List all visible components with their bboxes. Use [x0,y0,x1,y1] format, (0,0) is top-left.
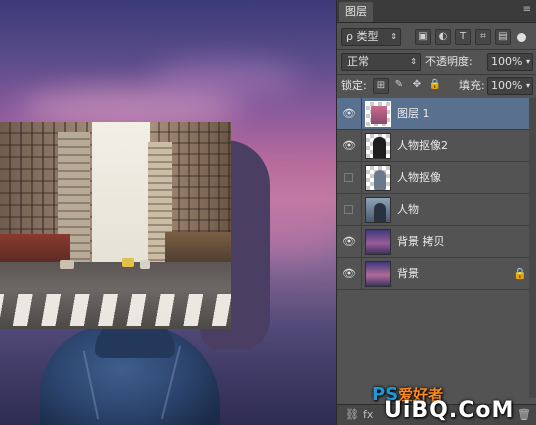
filter-shape-icon[interactable]: ⌗ [475,29,491,45]
layer-row-person[interactable]: 人物 [337,194,536,226]
layer-name: 人物抠像 [397,171,441,184]
lock-icon: 🔒 [513,267,527,280]
layers-panel: 图层 ≡ ρ 类型 ⇕ ▣ ◐ T ⌗ ▤ 正常 ⇕ 不透明度: 100% ▾ … [336,0,536,425]
car [140,260,150,269]
thumbnail-content [374,203,386,222]
eye-icon[interactable]: 👁 [341,267,357,281]
layer-row-person-cutout[interactable]: 人物抠像 [337,162,536,194]
thumbnail-content [374,170,386,190]
filter-toggle-icon[interactable] [517,33,526,42]
storefront-right [165,232,231,266]
link-layers-icon[interactable]: ⛓ [345,408,359,422]
filter-type-icon[interactable]: T [455,29,471,45]
visibility-toggle[interactable] [344,173,353,182]
dropdown-arrow-icon: ▾ [525,81,530,90]
delete-layer-icon[interactable]: 🗑 [517,408,531,422]
document-canvas[interactable] [0,0,336,425]
divider [361,258,362,290]
watermark-url: UiBQ.CoM [384,398,515,423]
layer-row-background[interactable]: 👁 背景 🔒 [337,258,536,290]
panel-menu-icon[interactable]: ≡ [523,5,531,15]
lock-transparent-pixels-icon[interactable]: ⊞ [373,78,389,94]
lock-row: 锁定: ⊞ ✎ ✥ 🔒 填充: 100% ▾ [337,74,536,98]
visibility-toggle[interactable] [344,205,353,214]
filter-type-label: ρ 类型 [346,30,379,43]
thumbnail-content [371,106,387,124]
updown-arrow-icon: ⇕ [410,57,417,66]
lock-all-icon[interactable]: 🔒 [427,78,443,94]
storefront-left [0,234,70,264]
layer-name: 背景 拷贝 [397,235,445,248]
layer-row-layer1[interactable]: 👁 图层 1 [337,98,536,130]
filter-smart-object-icon[interactable]: ▤ [495,29,511,45]
cloud [150,60,300,96]
eye-icon[interactable]: 👁 [341,235,357,249]
opacity-value: 100% [491,55,523,68]
layer-thumbnail [365,133,391,159]
city-street-photo[interactable] [0,122,231,329]
layer-thumbnail [365,229,391,255]
lock-image-pixels-icon[interactable]: ✎ [391,78,407,94]
crosswalk [0,294,231,326]
layer-style-icon[interactable]: fx [363,408,373,422]
divider [361,98,362,130]
dropdown-arrow-icon: ▾ [525,57,530,66]
fill-label: 填充: [459,79,485,92]
eye-icon[interactable]: 👁 [341,107,357,121]
blend-row: 正常 ⇕ 不透明度: 100% ▾ [337,50,536,74]
opacity-field[interactable]: 100% ▾ [487,53,533,71]
updown-arrow-icon: ⇕ [390,32,397,41]
fill-value: 100% [491,79,523,92]
thumbnail-content [373,137,386,158]
car [60,260,74,269]
layer-row-person-cutout-2[interactable]: 👁 人物抠像2 [337,130,536,162]
filter-adjustment-icon[interactable]: ◐ [435,29,451,45]
layer-thumbnail [365,165,391,191]
scrollbar[interactable] [529,98,536,398]
fill-field[interactable]: 100% ▾ [487,77,533,95]
taxi [122,258,134,267]
layer-name: 人物 [397,203,419,216]
tab-layers[interactable]: 图层 [339,2,373,22]
filter-type-select[interactable]: ρ 类型 ⇕ [341,28,401,46]
eye-icon[interactable]: 👁 [341,139,357,153]
blend-mode-value: 正常 [347,55,369,68]
layer-name: 人物抠像2 [397,139,448,152]
divider [361,162,362,194]
panel-tab-bar: 图层 ≡ [337,0,536,23]
layer-thumbnail [365,261,391,287]
lock-label: 锁定: [341,79,367,92]
layer-thumbnail [365,101,391,127]
blend-mode-select[interactable]: 正常 ⇕ [341,53,421,71]
layer-name: 图层 1 [397,107,430,120]
layer-name: 背景 [397,267,419,280]
opacity-label: 不透明度: [425,55,473,68]
layer-row-background-copy[interactable]: 👁 背景 拷贝 [337,226,536,258]
divider [361,194,362,226]
layer-thumbnail [365,197,391,223]
lock-position-icon[interactable]: ✥ [409,78,425,94]
city-sky [82,122,150,272]
filter-row: ρ 类型 ⇕ ▣ ◐ T ⌗ ▤ [337,25,536,49]
divider [361,226,362,258]
filter-pixel-icon[interactable]: ▣ [415,29,431,45]
divider [361,130,362,162]
